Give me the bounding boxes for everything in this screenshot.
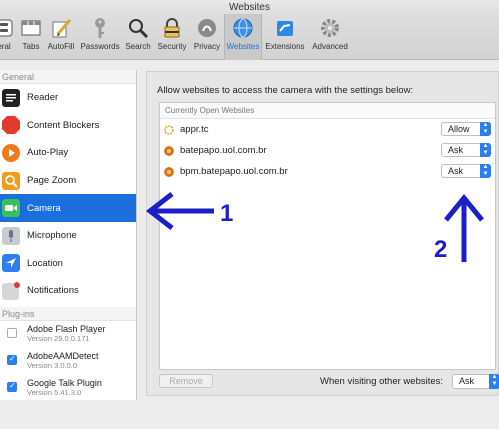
arrow-left-icon — [145, 192, 214, 230]
annotation-number-2: 2 — [434, 236, 448, 263]
annotation-overlay — [145, 192, 484, 262]
arrow-up-icon — [444, 194, 484, 262]
annotation-number-1: 1 — [220, 200, 234, 227]
